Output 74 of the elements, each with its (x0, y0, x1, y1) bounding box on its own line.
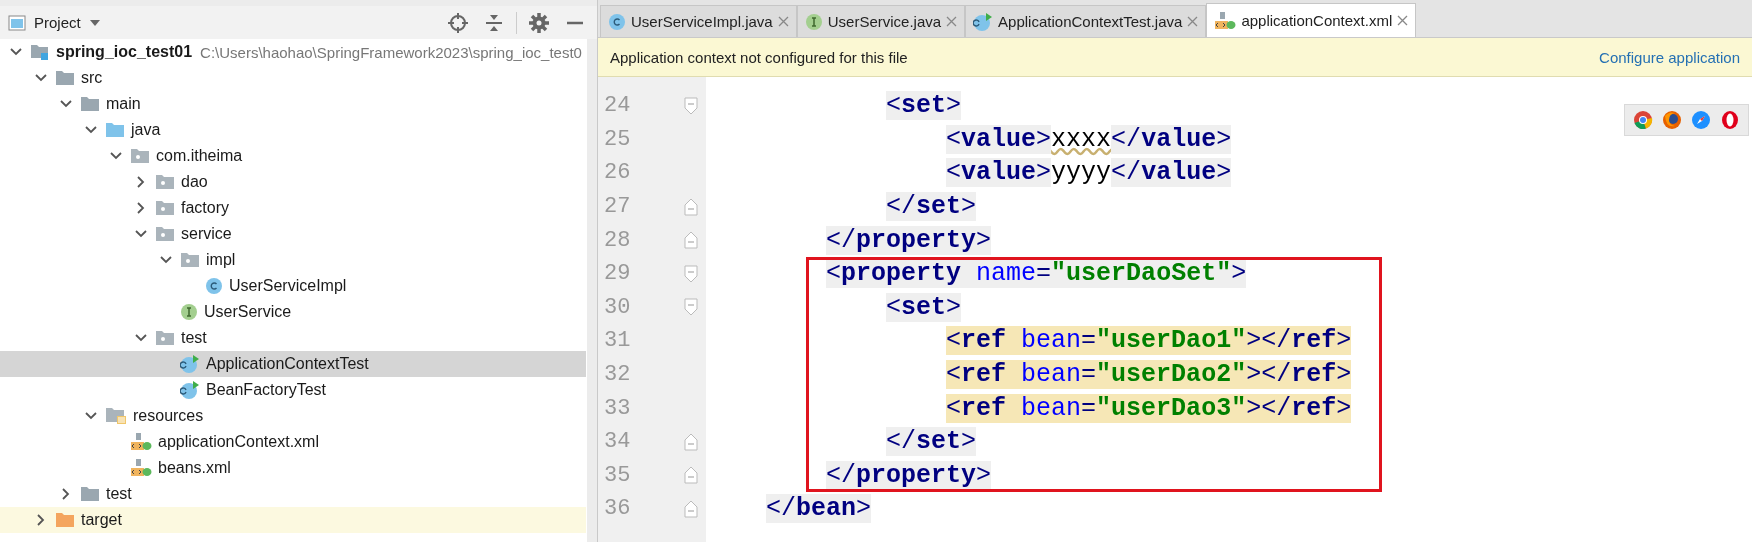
tree-item[interactable]: BeanFactoryTest (0, 377, 586, 403)
test-class-icon (180, 381, 200, 399)
line-number: 30 (604, 294, 632, 320)
tree-item[interactable]: dao (0, 169, 586, 195)
line-number: 35 (604, 462, 632, 488)
xml-file-icon (130, 458, 152, 478)
test-class-icon (973, 12, 994, 31)
line-number: 32 (604, 362, 632, 388)
tree-item[interactable]: src (0, 65, 586, 91)
line-number: 36 (604, 496, 632, 522)
browser-icon[interactable] (1720, 110, 1740, 130)
package-icon (155, 200, 175, 216)
tree-item[interactable]: applicationContext.xml (0, 429, 586, 455)
folder-icon (80, 96, 100, 112)
line-number: 34 (604, 429, 632, 455)
tree-item[interactable]: resources (0, 403, 586, 429)
scrollbar[interactable] (587, 39, 597, 542)
interface-icon (180, 303, 198, 321)
xml-file-icon (1214, 10, 1237, 31)
class-icon (205, 277, 223, 295)
panel-title[interactable]: Project (34, 14, 81, 31)
editor-tab[interactable]: ApplicationContextTest.java (965, 5, 1207, 37)
close-icon[interactable] (946, 16, 958, 27)
interface-icon (804, 12, 823, 31)
close-icon[interactable] (1187, 16, 1199, 27)
line-number: 26 (604, 160, 632, 186)
package-icon (155, 226, 175, 242)
folder-icon (80, 486, 100, 502)
banner-message: Application context not configured for this file (610, 48, 908, 66)
line-number: 33 (604, 395, 632, 421)
tree-item[interactable]: main (0, 91, 586, 117)
tree-item[interactable]: target (0, 507, 586, 533)
tree-item[interactable]: impl (0, 247, 586, 273)
browser-icon[interactable] (1662, 110, 1682, 130)
editor-tab[interactable]: applicationContext.xml (1206, 3, 1417, 37)
code-line: <value>yyyy</value> (946, 158, 1232, 188)
class-icon (608, 12, 626, 31)
tree-item[interactable]: test (0, 325, 586, 351)
tree-item[interactable]: com.itheima (0, 143, 586, 169)
line-number: 29 (604, 261, 632, 287)
tree-item[interactable]: ApplicationContextTest (0, 351, 586, 377)
test-class-icon (180, 355, 200, 373)
package-icon (180, 252, 200, 268)
package-icon (155, 174, 175, 190)
module-icon (30, 43, 50, 61)
tree-item[interactable]: factory (0, 195, 586, 221)
package-icon (155, 330, 175, 346)
browser-icon[interactable] (1633, 110, 1653, 130)
folder-icon (55, 70, 75, 86)
editor-tab[interactable]: UserServiceImpl.java (600, 5, 797, 37)
line-number: 27 (604, 194, 632, 220)
line-number: 31 (604, 328, 632, 354)
xml-file-icon (130, 432, 152, 452)
resources-folder-icon (105, 407, 127, 425)
caret-icon[interactable] (88, 18, 101, 27)
line-number: 25 (604, 126, 632, 152)
project-window-icon (8, 14, 26, 31)
folder-icon (105, 122, 125, 138)
tree-item[interactable]: service (0, 221, 586, 247)
package-icon (130, 148, 150, 164)
close-icon[interactable] (777, 16, 789, 27)
tree-item[interactable]: test (0, 481, 586, 507)
code-line: <value>xxxx</value> (946, 124, 1232, 154)
tree-item[interactable]: beans.xml (0, 455, 586, 481)
tree-item[interactable]: UserService (0, 299, 586, 325)
tree-item[interactable]: java (0, 117, 586, 143)
close-icon[interactable] (1397, 15, 1409, 26)
line-number: 24 (604, 93, 632, 119)
folder-icon (55, 512, 75, 528)
configure-link[interactable]: Configure application (1599, 48, 1740, 66)
tree-item[interactable]: spring_ioc_test01 C:\Users\haohao\SpringFramework2023\spring_ioc_test0 (0, 39, 586, 65)
editor-tab[interactable]: UserService.java (796, 5, 966, 37)
tree-item[interactable]: UserServiceImpl (0, 273, 586, 299)
line-number: 28 (604, 227, 632, 253)
